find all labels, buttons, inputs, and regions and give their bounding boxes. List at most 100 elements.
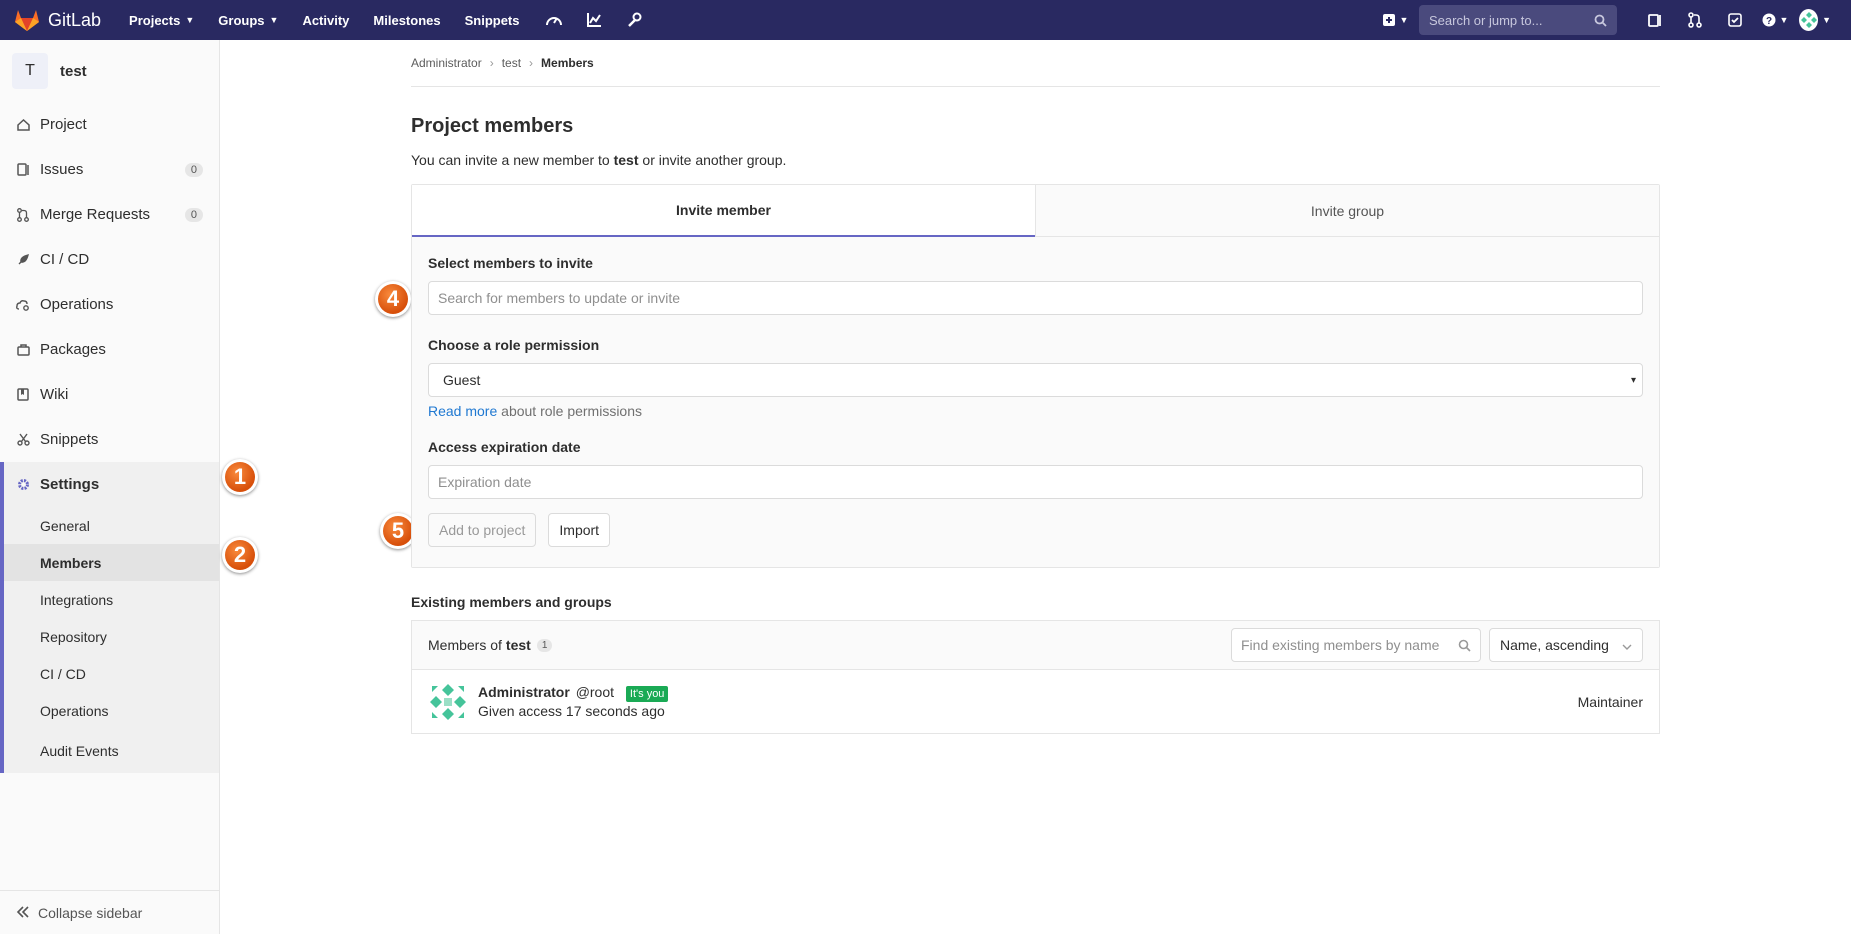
expiration-placeholder: Expiration date (438, 474, 532, 490)
global-search-input[interactable]: Search or jump to... (1419, 5, 1617, 35)
step-marker-4: 4 (375, 281, 411, 317)
add-to-project-button[interactable]: Add to project (428, 513, 537, 547)
invite-panel: Invite member Invite group Select member… (411, 184, 1660, 568)
sidebar-item-merge-requests[interactable]: Merge Requests 0 (0, 192, 219, 237)
import-button[interactable]: Import (548, 513, 611, 547)
breadcrumb-item-administrator[interactable]: Administrator (411, 56, 482, 70)
sort-dropdown[interactable]: Name, ascending (1489, 628, 1643, 662)
issues-count-badge: 0 (184, 162, 203, 177)
rocket-icon (16, 253, 30, 267)
role-permission-label: Choose a role permission (428, 337, 600, 353)
help-icon: ? (1762, 13, 1776, 27)
chevron-down-icon: ▼ (185, 15, 195, 25)
sidebar-item-issues[interactable]: Issues 0 (0, 147, 219, 192)
sidebar-item-label: Project (40, 116, 87, 133)
sidebar-item-label: Settings (40, 476, 100, 493)
sidebar-project-header[interactable]: T test (0, 40, 219, 102)
read-more-link[interactable]: Read more (428, 403, 497, 419)
search-icon (1594, 14, 1607, 27)
intro-text: You can invite a new member to (411, 152, 614, 168)
member-name[interactable]: Administrator (478, 684, 570, 700)
member-search-input[interactable]: Search for members to update or invite (428, 281, 1643, 315)
step-marker-number: 1 (225, 462, 255, 492)
sidebar-subitem-ci-cd[interactable]: CI / CD (4, 655, 219, 692)
new-item-dropdown[interactable]: ▼ (1379, 5, 1411, 35)
sidebar-item-settings[interactable]: Settings (4, 462, 219, 507)
cloud-gear-icon (16, 298, 30, 312)
find-members-placeholder: Find existing members by name (1241, 637, 1440, 653)
breadcrumb-item-current[interactable]: Members (541, 56, 594, 70)
help-dropdown[interactable]: ? ▼ (1759, 5, 1791, 35)
role-permission-select[interactable]: Guest ▾ (428, 363, 1643, 397)
sidebar-subitem-audit-events[interactable]: Audit Events (4, 729, 219, 773)
sidebar-subitem-members[interactable]: Members (4, 544, 219, 581)
step-marker-number: 4 (378, 284, 408, 314)
analytics-chart-icon[interactable] (584, 10, 604, 30)
members-of-project: test (505, 637, 531, 653)
its-you-badge: It's you (625, 686, 669, 702)
chevron-down-icon: ▼ (1399, 15, 1409, 25)
merge-request-icon (16, 207, 30, 222)
package-icon (16, 343, 30, 357)
nav-projects-label: Projects (129, 12, 181, 28)
todo-checkbox-icon[interactable] (1719, 5, 1751, 35)
sidebar-item-snippets[interactable]: Snippets (0, 417, 219, 462)
sidebar-item-label: Snippets (40, 431, 99, 448)
avatar[interactable] (428, 681, 468, 722)
invite-tabs: Invite member Invite group (412, 185, 1659, 237)
members-list-panel: Members of test 1 Find existing members … (411, 620, 1660, 734)
sidebar-item-label: Operations (40, 296, 114, 313)
sidebar-subitem-general[interactable]: General (4, 507, 219, 544)
admin-wrench-icon[interactable] (624, 10, 644, 30)
members-list-header: Members of test 1 Find existing members … (412, 621, 1659, 670)
tanuki-icon (15, 10, 39, 31)
member-username: @root (575, 684, 615, 700)
role-selected-value: Guest (443, 372, 481, 388)
sidebar-subitem-repository[interactable]: Repository (4, 618, 219, 655)
collapse-sidebar-button[interactable]: Collapse sidebar (0, 890, 220, 934)
members-count-badge: 1 (536, 638, 553, 652)
role-help-suffix: about role permissions (497, 403, 643, 419)
nav-projects[interactable]: Projects ▼ (129, 13, 194, 28)
collapse-sidebar-label: Collapse sidebar (38, 904, 143, 921)
role-help-text: Read more about role permissions (428, 403, 1643, 419)
breadcrumb-separator-icon: › (489, 56, 494, 70)
breadcrumb-item-project[interactable]: test (502, 56, 521, 70)
gitlab-logo[interactable]: GitLab (14, 8, 101, 32)
member-row: Administrator @root It's you Given acces… (412, 670, 1659, 733)
expiration-date-label: Access expiration date (428, 439, 581, 455)
merge-request-icon[interactable] (1679, 5, 1711, 35)
breadcrumb: Administrator › test › Members (411, 40, 1660, 87)
sidebar-item-project[interactable]: Project (0, 102, 219, 147)
sidebar-item-wiki[interactable]: Wiki (0, 372, 219, 417)
sidebar-settings-group: Settings General Members Integrations Re… (0, 462, 219, 773)
sidebar-item-label: CI / CD (40, 251, 90, 268)
sidebar-item-ci-cd[interactable]: CI / CD (0, 237, 219, 282)
search-icon (1458, 639, 1471, 652)
user-menu-dropdown[interactable]: ▼ (1799, 5, 1831, 35)
search-placeholder: Search or jump to... (1429, 12, 1543, 28)
tab-invite-member[interactable]: Invite member (412, 185, 1035, 237)
sidebar-item-operations[interactable]: Operations (0, 282, 219, 327)
book-icon (16, 388, 30, 402)
step-marker-2: 2 (222, 537, 258, 573)
nav-groups[interactable]: Groups ▼ (218, 13, 278, 28)
member-role: Maintainer (1577, 693, 1643, 710)
sidebar-subitem-operations[interactable]: Operations (4, 692, 219, 729)
nav-snippets[interactable]: Snippets (465, 13, 520, 28)
brand-name: GitLab (48, 9, 102, 30)
nav-milestones[interactable]: Milestones (373, 13, 440, 28)
nav-activity[interactable]: Activity (302, 13, 349, 28)
expiration-date-input[interactable]: Expiration date (428, 465, 1643, 499)
sidebar-item-packages[interactable]: Packages (0, 327, 219, 372)
tab-invite-group[interactable]: Invite group (1035, 185, 1659, 237)
top-navbar: GitLab Projects ▼ Groups ▼ Activity Milest… (0, 0, 1851, 40)
chevron-down-icon: ▼ (1779, 15, 1789, 25)
merge-requests-count-badge: 0 (184, 207, 203, 222)
page-title: Project members (411, 115, 574, 137)
issues-icon[interactable] (1639, 5, 1671, 35)
find-members-input[interactable]: Find existing members by name (1231, 628, 1481, 662)
dashboard-gauge-icon[interactable] (544, 10, 564, 30)
select-members-label: Select members to invite (428, 255, 593, 271)
sidebar-subitem-integrations[interactable]: Integrations (4, 581, 219, 618)
